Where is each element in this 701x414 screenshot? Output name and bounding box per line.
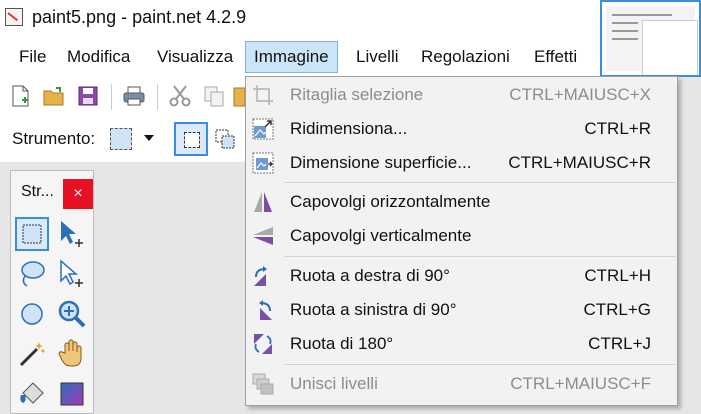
magic-wand-tool[interactable]	[15, 337, 49, 371]
tools-panel: Str... ×	[10, 170, 94, 414]
selection-mode-union-icon[interactable]	[214, 128, 236, 150]
tools-panel-title: Str...	[21, 183, 54, 200]
menu-immagine[interactable]: Immagine	[245, 41, 338, 73]
selection-mode-replace-button[interactable]	[174, 122, 208, 156]
copy-icon[interactable]	[202, 84, 226, 108]
image-menu-dropdown: Ritaglia selezione CTRL+MAIUSC+X Ridimen…	[245, 76, 678, 406]
tool-options-bar: Strumento:	[0, 116, 245, 162]
menu-bar: File Modifica Visualizza Immagine Livell…	[0, 38, 600, 76]
paste-icon[interactable]	[232, 84, 245, 108]
menu-item-label: Ruota di 180°	[290, 334, 394, 353]
menu-item-label: Ruota a sinistra di 90°	[290, 300, 457, 319]
menu-item-label: Capovolgi verticalmente	[290, 226, 472, 245]
flip-vertical-icon	[253, 227, 273, 245]
menu-item-label: Ridimensiona...	[290, 119, 408, 138]
menu-separator	[284, 182, 676, 183]
menu-separator	[284, 256, 676, 257]
save-icon[interactable]	[76, 84, 100, 108]
menu-file[interactable]: File	[11, 41, 54, 73]
flip-horizontal-icon	[254, 192, 272, 212]
menu-item-flip-horizontal[interactable]: Capovolgi orizzontalmente	[246, 185, 677, 219]
menu-regolazioni[interactable]: Regolazioni	[413, 41, 518, 73]
zoom-tool[interactable]	[55, 297, 89, 331]
magic-wand-icon	[19, 342, 45, 367]
menu-item-label: Unisci livelli	[290, 374, 378, 393]
chevron-down-icon[interactable]	[144, 135, 154, 141]
rotate-left-icon	[259, 300, 272, 320]
lasso-select-tool[interactable]	[15, 257, 49, 291]
menu-item-label: Ritaglia selezione	[290, 85, 424, 104]
menu-item-shortcut: CTRL+J	[588, 334, 651, 353]
menu-livelli[interactable]: Livelli	[348, 41, 407, 73]
main-toolbar	[0, 76, 245, 116]
window-title: paint5.png - paint.net 4.2.9	[32, 7, 247, 27]
menu-item-flip-vertical[interactable]: Capovolgi verticalmente	[246, 219, 677, 253]
title-bar: paint5.png - paint.net 4.2.9	[0, 0, 701, 38]
menu-effetti[interactable]: Effetti	[526, 41, 585, 73]
rotate-right-icon	[254, 266, 267, 286]
flatten-icon	[252, 373, 274, 395]
thumbnail-menu-preview	[642, 20, 698, 75]
paintnet-app-icon[interactable]	[5, 8, 23, 26]
cut-icon[interactable]	[168, 84, 192, 108]
menu-item-shortcut: CTRL+H	[584, 266, 651, 285]
ellipse-select-icon	[21, 303, 43, 325]
menu-item-rotate-right[interactable]: Ruota a destra di 90° CTRL+H	[246, 259, 677, 293]
move-selection-outline-icon	[60, 259, 83, 287]
gradient-icon	[60, 382, 84, 406]
toolbar-separator	[111, 84, 112, 110]
menu-item-crop-to-selection[interactable]: Ritaglia selezione CTRL+MAIUSC+X	[246, 78, 677, 112]
paint-bucket-icon	[20, 382, 44, 404]
resize-icon	[252, 118, 274, 140]
menu-item-shortcut: CTRL+G	[583, 300, 651, 319]
menu-separator	[284, 364, 676, 365]
menu-item-rotate-180[interactable]: Ruota di 180° CTRL+J	[246, 327, 677, 361]
zoom-icon	[58, 300, 86, 328]
move-selection-tool[interactable]	[55, 257, 89, 291]
move-selection-icon	[61, 221, 83, 247]
open-folder-icon[interactable]	[42, 84, 66, 108]
menu-item-label: Dimensione superficie...	[290, 153, 472, 172]
menu-item-rotate-left[interactable]: Ruota a sinistra di 90° CTRL+G	[246, 293, 677, 327]
menu-item-canvas-size[interactable]: Dimensione superficie... CTRL+MAIUSC+R	[246, 146, 677, 180]
pan-tool[interactable]	[55, 337, 89, 371]
toolbar-separator	[157, 84, 158, 110]
move-selected-pixels-tool[interactable]	[55, 217, 89, 251]
menu-item-resize[interactable]: Ridimensiona... CTRL+R	[246, 112, 677, 146]
menu-item-label: Capovolgi orizzontalmente	[290, 192, 491, 211]
image-thumbnail[interactable]	[600, 0, 701, 77]
menu-item-flatten[interactable]: Unisci livelli CTRL+MAIUSC+F	[246, 367, 677, 401]
crop-icon	[253, 85, 273, 105]
new-file-icon[interactable]	[8, 84, 32, 108]
hand-icon	[58, 339, 82, 367]
rectangle-select-tool[interactable]	[15, 217, 49, 251]
canvas-size-icon	[252, 152, 274, 174]
ellipse-select-tool[interactable]	[15, 297, 49, 331]
menu-modifica[interactable]: Modifica	[59, 41, 138, 73]
tool-label: Strumento:	[12, 129, 96, 148]
menu-item-shortcut: CTRL+MAIUSC+R	[508, 153, 651, 172]
menu-item-shortcut: CTRL+MAIUSC+X	[509, 85, 651, 104]
print-icon[interactable]	[122, 84, 146, 108]
paint-bucket-tool[interactable]	[15, 377, 49, 411]
menu-item-shortcut: CTRL+MAIUSC+F	[510, 374, 651, 393]
lasso-icon	[21, 261, 45, 287]
rectangle-select-icon	[22, 224, 42, 244]
menu-item-shortcut: CTRL+R	[584, 119, 651, 138]
menu-item-label: Ruota a destra di 90°	[290, 266, 450, 285]
gradient-tool[interactable]	[55, 377, 89, 411]
rotate-180-icon	[254, 334, 272, 354]
tools-panel-close-button[interactable]: ×	[63, 179, 93, 209]
thumbnail-preview	[606, 6, 698, 75]
menu-visualizza[interactable]: Visualizza	[149, 41, 241, 73]
rectangle-select-icon[interactable]	[110, 128, 132, 150]
